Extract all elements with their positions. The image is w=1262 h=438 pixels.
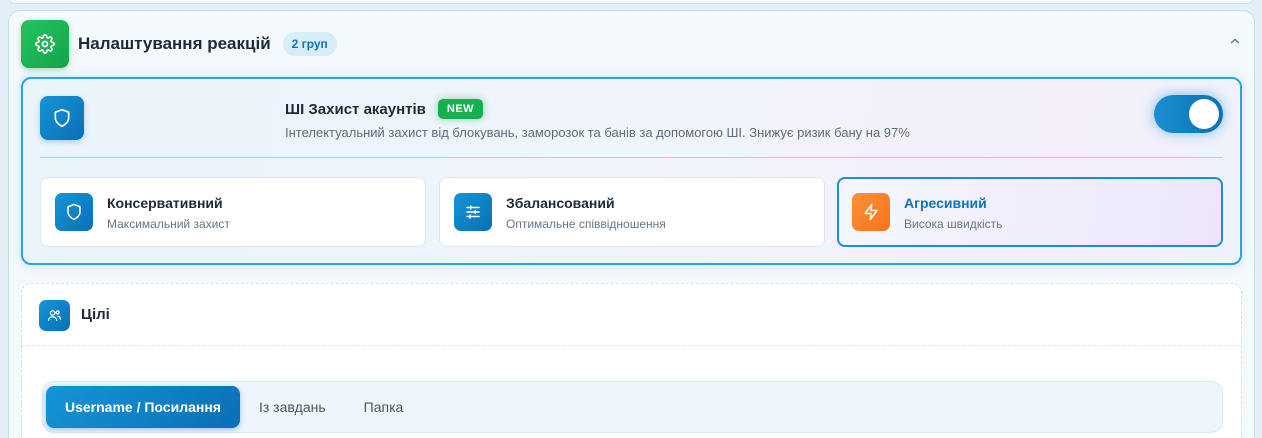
lightning-icon bbox=[864, 203, 878, 221]
groups-count-badge: 2 груп bbox=[282, 32, 337, 56]
mode-balanced[interactable]: Збалансований Оптимальне співвідношення bbox=[439, 177, 825, 247]
ai-protection-card: ШІ Захист акаунтів NEW Інтелектуальний з… bbox=[21, 77, 1242, 265]
ai-protection-title-row: ШІ Захист акаунтів NEW bbox=[285, 99, 484, 119]
mode-name: Консервативний bbox=[107, 195, 223, 211]
tab-from-tasks[interactable]: Із завдань bbox=[240, 386, 345, 428]
ai-protection-description: Інтелектуальний захист від блокувань, за… bbox=[285, 125, 910, 140]
goals-title: Цілі bbox=[81, 306, 110, 323]
users-icon bbox=[47, 310, 62, 322]
toggle-knob bbox=[1189, 99, 1219, 129]
goals-icon-box bbox=[39, 300, 70, 331]
mode-aggressive[interactable]: Агресивний Висока швидкість bbox=[837, 177, 1223, 247]
mode-subtitle: Максимальний захист bbox=[107, 217, 230, 231]
ai-protection-toggle[interactable] bbox=[1154, 95, 1223, 133]
mode-aggressive-icon-box bbox=[852, 193, 890, 231]
mode-subtitle: Оптимальне співвідношення bbox=[506, 217, 666, 231]
gear-icon bbox=[35, 34, 55, 54]
chevron-up-icon[interactable] bbox=[1228, 34, 1242, 48]
goals-header: Цілі bbox=[22, 284, 1241, 346]
goals-card: Цілі Username / Посилання Із завдань Пап… bbox=[21, 283, 1242, 438]
previous-section-edge bbox=[8, 0, 1254, 4]
sliders-icon bbox=[466, 205, 480, 219]
mode-name: Агресивний bbox=[904, 195, 987, 211]
panel-header[interactable]: Налаштування реакцій 2 груп bbox=[21, 20, 1242, 68]
mode-conservative[interactable]: Консервативний Максимальний захист bbox=[40, 177, 426, 247]
settings-icon-box bbox=[21, 20, 69, 68]
ai-shield-icon-box bbox=[40, 96, 84, 140]
mode-name: Збалансований bbox=[506, 195, 615, 211]
tab-folder[interactable]: Папка bbox=[345, 386, 423, 428]
goals-tabs: Username / Посилання Із завдань Папка bbox=[42, 381, 1223, 433]
mode-balanced-icon-box bbox=[454, 193, 492, 231]
mode-subtitle: Висока швидкість bbox=[904, 217, 1003, 231]
divider bbox=[40, 157, 1223, 158]
tab-username-link[interactable]: Username / Посилання bbox=[46, 386, 240, 428]
ai-protection-title: ШІ Захист акаунтів bbox=[285, 100, 426, 118]
panel-title: Налаштування реакцій bbox=[78, 34, 271, 53]
new-badge: NEW bbox=[437, 99, 484, 119]
mode-conservative-icon-box bbox=[55, 193, 93, 231]
shield-icon bbox=[67, 203, 81, 221]
shield-icon bbox=[54, 108, 70, 128]
